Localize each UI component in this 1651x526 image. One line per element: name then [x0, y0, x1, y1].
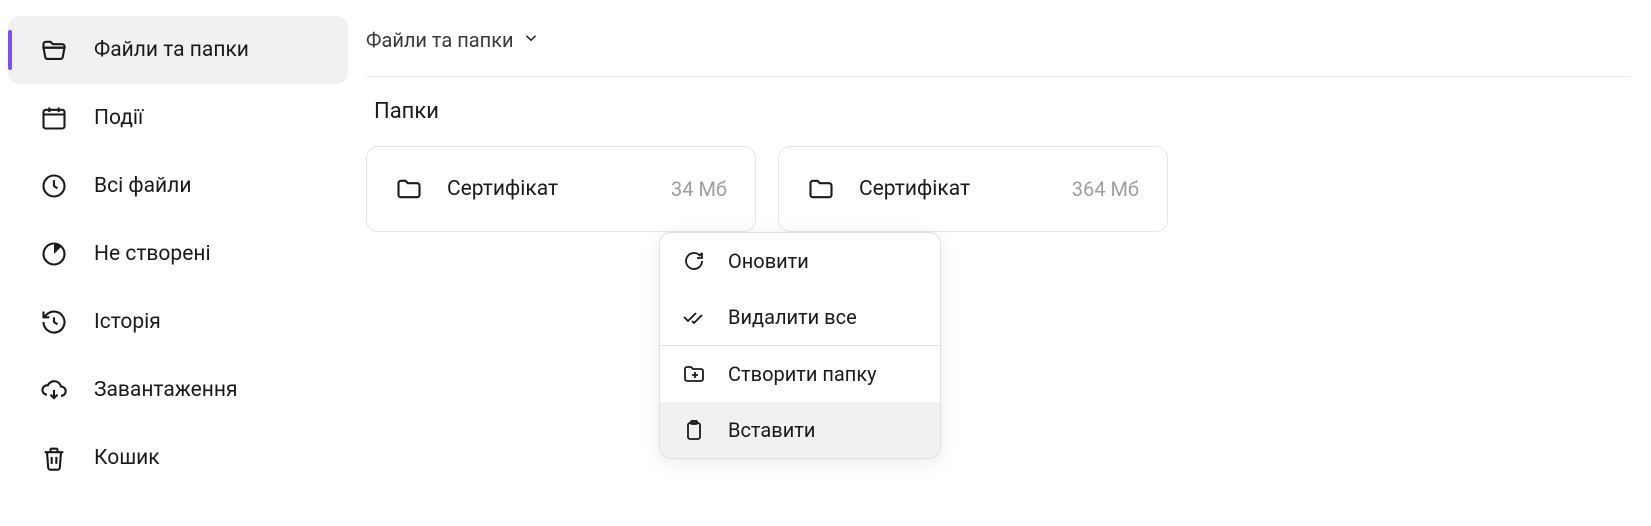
pie-icon — [40, 240, 68, 268]
context-menu-label: Створити папку — [728, 362, 877, 386]
context-menu-delete-all[interactable]: Видалити все — [660, 289, 940, 345]
folder-size: 364 Мб — [1072, 177, 1139, 201]
breadcrumb-title: Файли та папки — [366, 28, 514, 52]
sidebar-item-downloads[interactable]: Завантаження — [8, 356, 348, 424]
sidebar-item-history[interactable]: Історія — [8, 288, 348, 356]
context-menu-label: Видалити все — [728, 305, 857, 329]
calendar-icon — [40, 104, 68, 132]
trash-icon — [40, 444, 68, 472]
sidebar: Файли та папки Події Всі файли Не створе… — [0, 0, 356, 526]
folder-grid: Сертифікат 34 Мб Сертифікат 364 Мб — [366, 146, 1631, 232]
context-menu: Оновити Видалити все Створити папку Вста… — [659, 232, 941, 459]
folder-card[interactable]: Сертифікат 34 Мб — [366, 146, 756, 232]
sidebar-item-label: Всі файли — [94, 174, 191, 198]
sidebar-item-trash[interactable]: Кошик — [8, 424, 348, 492]
clock-icon — [40, 172, 68, 200]
sidebar-item-not-created[interactable]: Не створені — [8, 220, 348, 288]
sidebar-item-label: Файли та папки — [94, 38, 249, 62]
folder-icon — [807, 175, 835, 203]
folder-plus-icon — [682, 362, 706, 386]
sidebar-item-label: Не створені — [94, 242, 211, 266]
folder-name: Сертифікат — [447, 177, 647, 201]
folder-card[interactable]: Сертифікат 364 Мб — [778, 146, 1168, 232]
sidebar-item-label: Кошик — [94, 446, 160, 470]
sidebar-item-label: Історія — [94, 310, 161, 334]
main-content: Файли та папки Папки Сертифікат 34 Мб Се… — [356, 0, 1651, 526]
sidebar-item-files-folders[interactable]: Файли та папки — [8, 16, 348, 84]
cloud-download-icon — [40, 376, 68, 404]
sidebar-item-events[interactable]: Події — [8, 84, 348, 152]
history-icon — [40, 308, 68, 336]
context-menu-label: Оновити — [728, 249, 809, 273]
sidebar-item-label: Події — [94, 106, 143, 130]
refresh-icon — [682, 249, 706, 273]
sidebar-item-all-files[interactable]: Всі файли — [8, 152, 348, 220]
folder-open-icon — [40, 36, 68, 64]
section-title: Папки — [366, 99, 1631, 124]
folder-name: Сертифікат — [859, 177, 1048, 201]
folder-icon — [395, 175, 423, 203]
chevron-down-icon — [522, 28, 540, 52]
context-menu-refresh[interactable]: Оновити — [660, 233, 940, 289]
context-menu-label: Вставити — [728, 418, 815, 442]
folder-size: 34 Мб — [671, 177, 727, 201]
sidebar-item-label: Завантаження — [94, 378, 238, 402]
paste-icon — [682, 418, 706, 442]
breadcrumb[interactable]: Файли та папки — [366, 20, 1631, 77]
check-all-icon — [682, 305, 706, 329]
context-menu-paste[interactable]: Вставити — [660, 402, 940, 458]
context-menu-create-folder[interactable]: Створити папку — [660, 346, 940, 402]
